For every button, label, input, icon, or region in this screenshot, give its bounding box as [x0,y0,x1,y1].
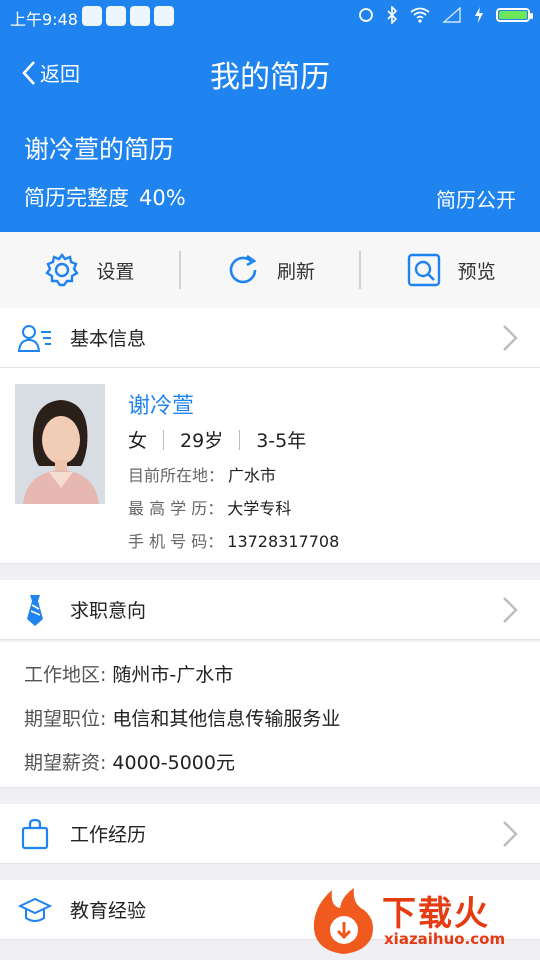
completeness-value: 40% [139,186,186,210]
alarm-icon [359,8,373,22]
phone-row: 手 机 号 码： 13728317708 [128,528,339,552]
candidate-attributes: 女 29岁 3-5年 [128,426,306,453]
intent-position-row: 期望职位: 电信和其他信息传输服务业 [24,704,340,731]
refresh-label: 刷新 [277,260,316,283]
status-time: 上午9:48 [10,10,78,29]
chevron-right-icon [503,597,518,623]
attr-divider [239,429,241,450]
area-value: 随州市-广水市 [112,664,234,686]
salary-value: 4000-5000元 [112,752,235,774]
attr-divider [163,429,165,450]
intent-area-row: 工作地区: 随州市-广水市 [24,660,233,687]
watermark-logo: 下载火 xiazaihuo.com [308,886,534,956]
page-title: 我的简历 [210,60,330,95]
user-profile-icon [17,324,51,352]
gear-icon [45,253,80,287]
settings-label: 设置 [96,260,135,283]
bluetooth-icon [387,6,398,24]
education-label: 最 高 学 历： [128,499,224,518]
location-row: 目前所在地： 广水市 [128,462,276,486]
location-label: 目前所在地： [128,466,225,485]
section-label: 基本信息 [70,328,147,350]
briefcase-icon [21,818,49,849]
graduation-cap-icon [18,897,52,922]
position-value: 电信和其他信息传输服务业 [112,708,341,730]
refresh-button[interactable]: 刷新 [181,232,360,308]
area-label: 工作地区: [24,664,107,686]
intent-salary-row: 期望薪资: 4000-5000元 [24,748,235,775]
education-value: 大学专科 [227,499,292,518]
settings-button[interactable]: 设置 [0,232,179,308]
resume-title: 谢冷萱的简历 [24,135,175,164]
candidate-gender: 女 [128,430,148,452]
wechat-icon [130,6,150,26]
resume-public-toggle[interactable]: 简历公开 [436,184,516,213]
signal-icon [442,7,461,23]
section-label: 求职意向 [70,600,147,622]
charging-icon [475,7,483,23]
section-label: 教育经验 [70,900,147,922]
candidate-name: 谢冷萱 [128,394,195,419]
notification-icon [82,6,102,26]
tie-icon [27,594,43,626]
section-work-experience[interactable]: 工作经历 [0,804,540,864]
education-row: 最 高 学 历： 大学专科 [128,495,291,519]
section-label: 工作经历 [70,824,147,846]
chevron-right-icon [503,821,518,847]
refresh-icon [229,254,257,284]
resume-completeness: 简历完整度 40% [24,182,186,212]
status-bar: 上午9:48 [0,0,540,32]
phone-label: 手 机 号 码： [128,532,224,551]
avatar [15,384,105,504]
action-toolbar: 设置 刷新 预览 [0,232,540,308]
job-intent-details: 工作地区: 随州市-广水市 期望职位: 电信和其他信息传输服务业 期望薪资: 4000… [0,642,540,788]
preview-label: 预览 [457,260,496,283]
position-label: 期望职位: [24,708,107,730]
candidate-age: 29岁 [180,430,224,452]
location-value: 广水市 [228,466,277,485]
resume-header: 返回 我的简历 谢冷萱的简历 简历完整度 40% 简历公开 [0,32,540,232]
preview-icon [407,253,440,287]
wifi-icon [410,7,430,23]
completeness-label: 简历完整度 [24,186,129,210]
section-basic-info[interactable]: 基本信息 [0,308,540,368]
message-icon [154,6,174,26]
app-icon [106,6,126,26]
watermark-url: xiazaihuo.com [384,930,506,948]
preview-button[interactable]: 预览 [361,232,540,308]
candidate-experience: 3-5年 [256,430,307,452]
profile-card: 谢冷萱 女 29岁 3-5年 目前所在地： 广水市 最 高 学 历： 大学专科 手 … [0,368,540,564]
chevron-right-icon [503,325,518,351]
section-job-intent[interactable]: 求职意向 [0,580,540,640]
battery-icon [496,8,533,22]
flame-logo-icon [313,888,373,954]
watermark-text: 下载火 [382,894,490,934]
phone-value: 13728317708 [227,532,340,551]
salary-label: 期望薪资: [24,752,107,774]
